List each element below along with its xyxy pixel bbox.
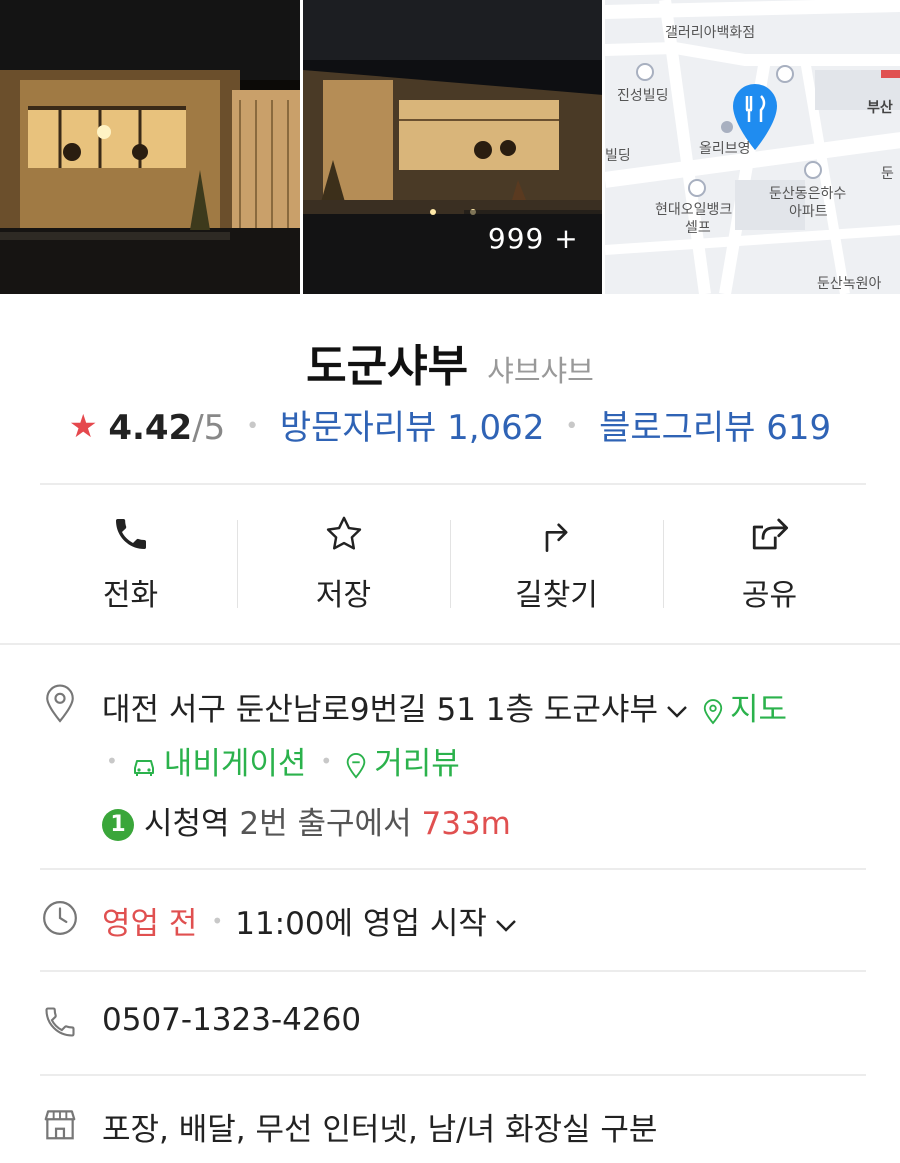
streetview-link-label: 거리뷰: [374, 746, 460, 782]
map-label-building: 빌딩: [605, 148, 631, 164]
clock-icon: [40, 898, 80, 938]
streetview-link[interactable]: 거리뷰: [344, 746, 460, 782]
place-category: 샤브샤브: [487, 354, 594, 388]
phone-number[interactable]: 0507-1323-4260: [102, 1002, 361, 1038]
phone-outline-icon: [40, 1002, 80, 1042]
save-button[interactable]: 저장: [237, 490, 450, 640]
rating-value: 4.42: [108, 408, 193, 448]
divider: [40, 970, 866, 972]
map-label-apt2: 아파트: [789, 204, 828, 220]
hours-section[interactable]: 영업 전 • 11:00에 영업 시작: [40, 898, 866, 948]
hours-line: 영업 전 • 11:00에 영업 시작: [102, 898, 531, 943]
map-label-oliveyoung: 올리브영: [699, 141, 751, 157]
map-label-jinseong: 진성빌딩: [617, 88, 669, 104]
hours-detail: 11:00에 영업 시작: [235, 906, 487, 942]
subway-distance: 733m: [421, 806, 511, 842]
separator-dot: •: [320, 749, 333, 773]
share-button[interactable]: 공유: [663, 490, 876, 640]
directions-label: 길찾기: [515, 578, 598, 613]
car-icon: [133, 759, 154, 776]
hours-status: 영업 전: [102, 906, 198, 942]
visitor-reviews-link[interactable]: 방문자리뷰 1,062: [280, 408, 545, 448]
subway-station: 시청역: [144, 806, 230, 842]
star-icon: ★: [68, 407, 98, 445]
call-button[interactable]: 전화: [24, 490, 237, 640]
map-label-hyundai: 현대오일뱅크: [655, 202, 732, 218]
amenities-section: 포장, 배달, 무선 인터넷, 남/녀 화장실 구분: [40, 1104, 866, 1154]
action-bar: 전화 저장 길찾기 공유: [24, 490, 876, 640]
separator-dot: •: [211, 909, 224, 933]
address-links-line: • 내비게이션 • 거리뷰: [102, 738, 460, 783]
photo-strip: 999 + 갤러리아백화점 진성빌딩 부산 빌딩 올리브영 현대오일뱅크 셀프 …: [0, 0, 900, 294]
address-section: 대전 서구 둔산남로9번길 51 1층 도군샤부 지도 • 내비게이션 • 거리뷰 1시…: [40, 684, 866, 854]
separator-dot: •: [106, 749, 118, 773]
map-label-dun: 둔: [881, 166, 894, 182]
separator-dot: •: [565, 414, 579, 439]
map-label-self: 셀프: [685, 220, 711, 236]
divider: [40, 483, 866, 485]
streetview-pin-icon: [346, 752, 366, 779]
share-label: 공유: [741, 578, 798, 613]
map-pin-icon: [703, 698, 723, 724]
map-link-label: 지도: [729, 692, 788, 728]
subway-exit: 2번 출구에서: [239, 806, 412, 842]
chevron-down-icon[interactable]: [495, 919, 517, 933]
directions-button[interactable]: 길찾기: [450, 490, 663, 640]
phone-icon: [109, 512, 153, 556]
map-label-busan: 부산: [867, 99, 893, 116]
restaurant-photo-2[interactable]: 999 +: [302, 0, 603, 294]
save-label: 저장: [315, 578, 372, 613]
subway-line: 1 시청역 2번 출구에서 733m: [102, 798, 511, 843]
map-thumbnail[interactable]: 갤러리아백화점 진성빌딩 부산 빌딩 올리브영 현대오일뱅크 셀프 둔산동은하수…: [605, 0, 900, 294]
star-outline-icon: [322, 512, 366, 556]
amenities-text: 포장, 배달, 무선 인터넷, 남/녀 화장실 구분: [102, 1112, 658, 1148]
share-icon: [748, 512, 792, 556]
separator-dot: •: [246, 414, 260, 439]
divider: [40, 868, 866, 870]
photo-count-badge[interactable]: 999 +: [464, 210, 603, 266]
navigation-link-label: 내비게이션: [163, 746, 307, 782]
rating-row: ★ 4.42/5 • 방문자리뷰 1,062 • 블로그리뷰 619: [0, 400, 900, 449]
restaurant-photo-1[interactable]: [0, 0, 300, 294]
blog-reviews-link[interactable]: 블로그리뷰 619: [599, 408, 831, 448]
map-label-dept-store: 갤러리아백화점: [665, 25, 755, 41]
address-line: 대전 서구 둔산남로9번길 51 1층 도군샤부 지도: [102, 684, 787, 729]
chevron-down-icon[interactable]: [666, 705, 688, 719]
rating-max: /5: [192, 408, 226, 448]
directions-icon: [535, 512, 579, 556]
title-row: 도군샤부 샤브샤브: [0, 330, 900, 394]
store-icon: [40, 1104, 80, 1144]
subway-line-badge: 1: [102, 809, 134, 841]
map-label-apt: 둔산동은하수: [769, 186, 846, 202]
map-label-park: 둔산녹원아: [817, 276, 882, 292]
location-pin-icon: [40, 684, 80, 724]
call-label: 전화: [102, 578, 159, 613]
divider: [0, 643, 900, 645]
place-name: 도군샤부: [306, 341, 469, 392]
navigation-link[interactable]: 내비게이션: [130, 746, 307, 782]
address-text[interactable]: 대전 서구 둔산남로9번길 51 1층 도군샤부: [102, 692, 658, 728]
map-link[interactable]: 지도: [702, 692, 787, 728]
phone-section[interactable]: 0507-1323-4260: [40, 1002, 866, 1052]
divider: [40, 1074, 866, 1076]
